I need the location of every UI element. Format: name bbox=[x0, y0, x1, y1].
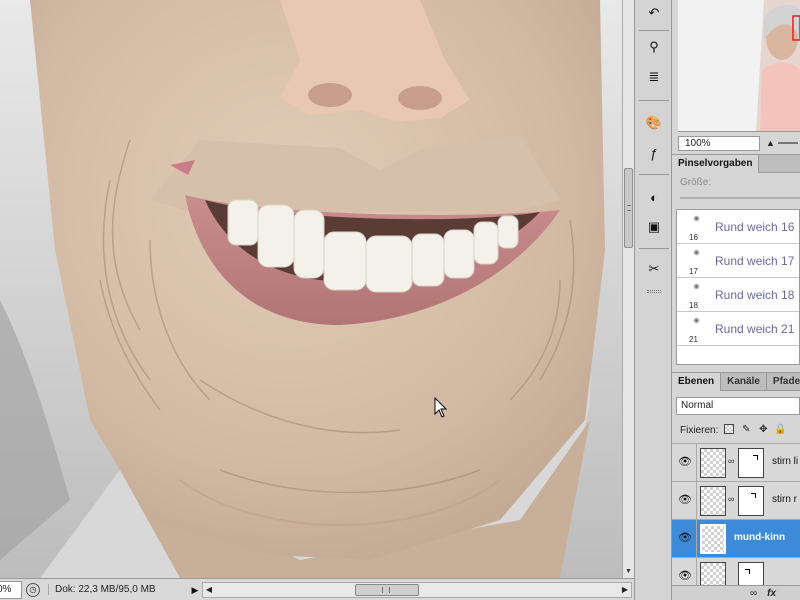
lock-transparency-icon[interactable] bbox=[723, 424, 735, 436]
right-panels: 100% ▲ Pinselvorgaben Größe: 16 Rund wei… bbox=[672, 0, 800, 600]
tab-channels[interactable]: Kanäle bbox=[721, 373, 767, 391]
layers-panel: Ebenen Kanäle Pfade Normal Fixieren: ✎ ✥… bbox=[672, 372, 800, 600]
status-menu-arrow-icon[interactable]: ▶ bbox=[188, 582, 202, 598]
navigator-zoom-slider[interactable] bbox=[778, 142, 798, 144]
layer-effects-icon[interactable]: fx bbox=[767, 588, 776, 599]
status-bar: 0% ◷ Dok: 22,3 MB/95,0 MB ▶ ◀ ▶ bbox=[0, 578, 634, 600]
fx-icon[interactable]: ƒ bbox=[643, 142, 665, 164]
layer-mask-thumbnail[interactable] bbox=[738, 486, 764, 516]
layer-row-selected[interactable]: 👁 mund-kinn bbox=[672, 519, 800, 558]
tab-layers[interactable]: Ebenen bbox=[672, 373, 722, 391]
layer-name: stirn li bbox=[772, 456, 799, 467]
brush-tip-icon bbox=[693, 283, 700, 290]
visibility-eye-icon[interactable]: 👁 bbox=[676, 452, 694, 472]
brush-preset-item[interactable]: 16 Rund weich 16 bbox=[677, 210, 799, 244]
brush-tip-icon bbox=[693, 215, 700, 222]
lock-all-icon[interactable]: 🔒 bbox=[774, 424, 786, 436]
scroll-down-arrow-icon[interactable]: ▼ bbox=[624, 567, 633, 576]
brush-preset-item[interactable]: 21 Rund weich 21 bbox=[677, 312, 799, 346]
brush-preset-list[interactable]: 16 Rund weich 16 17 Rund weich 17 18 Run… bbox=[676, 209, 800, 365]
palette-icon[interactable]: 🎨 bbox=[643, 112, 665, 134]
layer-thumbnail bbox=[700, 524, 726, 554]
document-size-info: Dok: 22,3 MB/95,0 MB bbox=[48, 584, 188, 595]
visibility-eye-icon[interactable]: 👁 bbox=[676, 528, 694, 548]
visibility-eye-icon[interactable]: 👁 bbox=[676, 490, 694, 510]
brush-preset-item[interactable]: 17 Rund weich 17 bbox=[677, 244, 799, 278]
blend-mode-select[interactable]: Normal bbox=[676, 397, 800, 415]
horizontal-scrollbar[interactable]: ◀ ▶ bbox=[202, 581, 632, 598]
navigator-preview[interactable] bbox=[678, 0, 800, 132]
lock-position-icon[interactable]: ✥ bbox=[757, 424, 769, 436]
tools-icon[interactable]: ✂ bbox=[643, 258, 665, 280]
brush-presets-panel: Pinselvorgaben Größe: 16 Rund weich 16 1… bbox=[672, 154, 800, 366]
link-layers-icon[interactable]: ∞ bbox=[750, 588, 757, 599]
layers-footer: ∞ fx bbox=[672, 585, 800, 600]
layer-thumbnail bbox=[700, 486, 726, 516]
layer-link-icon[interactable]: ∞ bbox=[728, 456, 736, 466]
lock-label: Fixieren: bbox=[680, 424, 719, 436]
layer-row[interactable]: 👁 ∞ stirn li bbox=[672, 443, 800, 482]
navigator-zoom-field[interactable]: 100% bbox=[678, 135, 760, 151]
lock-row: Fixieren: ✎ ✥ 🔒 bbox=[672, 421, 800, 439]
brush-size-slider[interactable] bbox=[680, 197, 800, 199]
layer-name: stirn r bbox=[772, 494, 797, 505]
history-brush-icon[interactable]: ↶ bbox=[643, 2, 665, 24]
vertical-scrollbar[interactable]: ▼ bbox=[622, 0, 634, 578]
face-photo bbox=[0, 0, 622, 578]
mask-icon[interactable]: ▣ bbox=[643, 216, 665, 238]
zoom-level-field[interactable]: 0% bbox=[0, 580, 22, 599]
dodge-icon[interactable]: ◐ bbox=[643, 186, 665, 208]
scroll-right-arrow-icon[interactable]: ▶ bbox=[619, 583, 631, 597]
status-info-icon[interactable]: ◷ bbox=[26, 582, 40, 597]
brush-tip-icon bbox=[693, 249, 700, 256]
brush-preset-item[interactable]: 18 Rund weich 18 bbox=[677, 278, 799, 312]
zoom-out-icon[interactable]: ▲ bbox=[766, 138, 778, 148]
layer-mask-thumbnail[interactable] bbox=[738, 448, 764, 478]
panel-icon-strip: ↶ ⚲ ≣ 🎨 ƒ ◐ ▣ ✂ bbox=[634, 0, 672, 600]
layer-name: mund-kinn bbox=[734, 532, 786, 543]
layer-link-icon[interactable]: ∞ bbox=[728, 494, 736, 504]
vertical-scroll-thumb[interactable] bbox=[624, 168, 633, 248]
stamp-icon[interactable]: ≣ bbox=[643, 66, 665, 88]
horizontal-scroll-thumb[interactable] bbox=[355, 583, 419, 596]
brush-tip-icon bbox=[693, 317, 700, 324]
layer-row[interactable]: 👁 ∞ stirn r bbox=[672, 481, 800, 520]
clone-stamp-icon[interactable]: ⚲ bbox=[643, 36, 665, 58]
navigator-panel: 100% ▲ bbox=[672, 0, 800, 152]
scroll-left-arrow-icon[interactable]: ◀ bbox=[203, 583, 215, 597]
brush-size-label: Größe: bbox=[680, 177, 712, 188]
document-canvas[interactable] bbox=[0, 0, 622, 578]
tab-paths[interactable]: Pfade bbox=[767, 373, 800, 391]
layer-thumbnail bbox=[700, 448, 726, 478]
photoshop-window: ▼ 0% ◷ Dok: 22,3 MB/95,0 MB ▶ ◀ ▶ ↶ ⚲ ≣ … bbox=[0, 0, 800, 600]
visibility-eye-icon[interactable]: 👁 bbox=[676, 566, 694, 586]
lock-pixels-icon[interactable]: ✎ bbox=[740, 424, 752, 436]
tab-brush-presets[interactable]: Pinselvorgaben bbox=[672, 155, 760, 173]
